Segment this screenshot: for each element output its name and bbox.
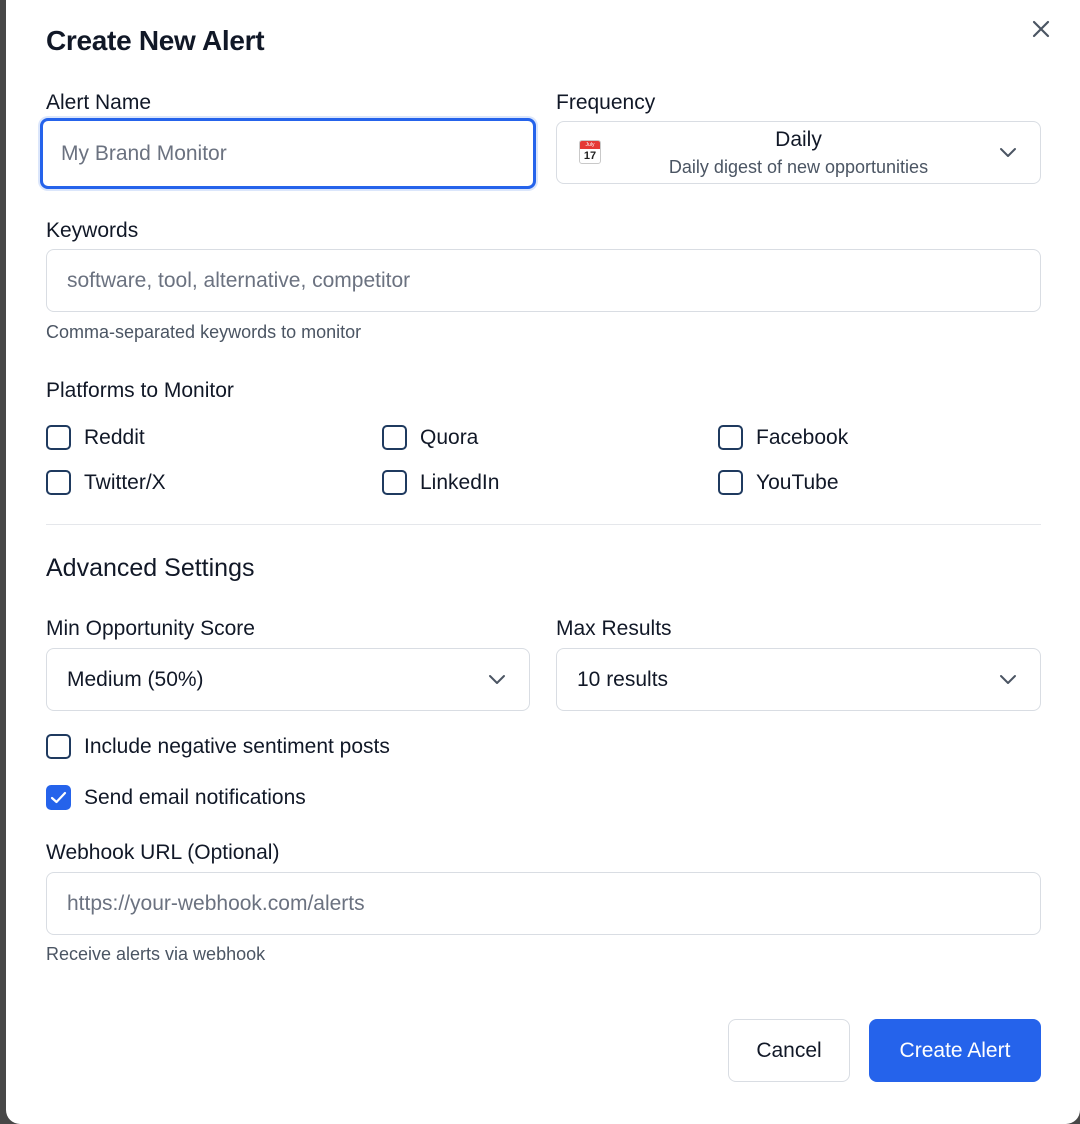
keywords-help-text: Comma-separated keywords to monitor — [46, 322, 362, 342]
negative-sentiment-label: Include negative sentiment posts — [84, 734, 390, 758]
platform-checkbox-youtube[interactable]: YouTube — [718, 470, 839, 495]
platform-label: Quora — [420, 425, 479, 449]
webhook-help-text: Receive alerts via webhook — [46, 944, 266, 964]
platform-checkbox-reddit[interactable]: Reddit — [46, 425, 145, 450]
webhook-url-input[interactable] — [46, 872, 1041, 935]
checkbox[interactable] — [46, 734, 71, 759]
create-alert-button[interactable]: Create Alert — [869, 1019, 1041, 1082]
email-notifications-label: Send email notifications — [84, 785, 306, 809]
platform-label: Twitter/X — [84, 470, 166, 494]
checkbox[interactable] — [382, 425, 407, 450]
max-results-select[interactable]: 10 results — [556, 648, 1041, 711]
close-icon[interactable] — [1028, 16, 1054, 42]
min-score-label: Min Opportunity Score — [46, 617, 255, 640]
platforms-label: Platforms to Monitor — [46, 379, 234, 402]
frequency-value: Daily — [775, 128, 822, 151]
chevron-down-icon — [1000, 674, 1016, 684]
platform-checkbox-linkedin[interactable]: LinkedIn — [382, 470, 499, 495]
alert-name-input[interactable] — [40, 118, 536, 189]
alert-name-label: Alert Name — [46, 91, 152, 114]
cancel-button[interactable]: Cancel — [728, 1019, 850, 1082]
chevron-down-icon — [489, 674, 505, 684]
webhook-label: Webhook URL (Optional) — [46, 841, 280, 864]
negative-sentiment-checkbox[interactable]: Include negative sentiment posts — [46, 734, 390, 759]
max-results-label: Max Results — [556, 617, 672, 640]
checkbox-checked[interactable] — [46, 785, 71, 810]
frequency-select[interactable]: July 17 Daily Daily digest of new opport… — [556, 121, 1041, 184]
create-alert-dialog: Create New Alert Alert Name Frequency Ju… — [6, 0, 1080, 1124]
platform-checkbox-facebook[interactable]: Facebook — [718, 425, 848, 450]
frequency-label: Frequency — [556, 91, 656, 114]
checkbox[interactable] — [382, 470, 407, 495]
platform-checkbox-quora[interactable]: Quora — [382, 425, 478, 450]
chevron-down-icon — [1000, 147, 1016, 157]
platform-label: Reddit — [84, 425, 145, 449]
min-score-value: Medium (50%) — [67, 667, 204, 691]
email-notifications-checkbox[interactable]: Send email notifications — [46, 785, 306, 810]
divider — [46, 524, 1041, 525]
advanced-settings-heading: Advanced Settings — [46, 554, 255, 582]
frequency-description: Daily digest of new opportunities — [668, 157, 929, 177]
dialog-title: Create New Alert — [46, 25, 265, 56]
platform-label: LinkedIn — [420, 470, 500, 494]
checkmark-icon — [50, 791, 67, 804]
platform-checkbox-twitter[interactable]: Twitter/X — [46, 470, 166, 495]
keywords-input[interactable] — [46, 249, 1041, 312]
max-results-value: 10 results — [577, 667, 669, 691]
checkbox[interactable] — [718, 470, 743, 495]
checkbox[interactable] — [46, 470, 71, 495]
platform-label: Facebook — [756, 425, 849, 449]
checkbox[interactable] — [718, 425, 743, 450]
keywords-label: Keywords — [46, 219, 139, 242]
min-score-select[interactable]: Medium (50%) — [46, 648, 530, 711]
platform-label: YouTube — [756, 470, 839, 494]
checkbox[interactable] — [46, 425, 71, 450]
